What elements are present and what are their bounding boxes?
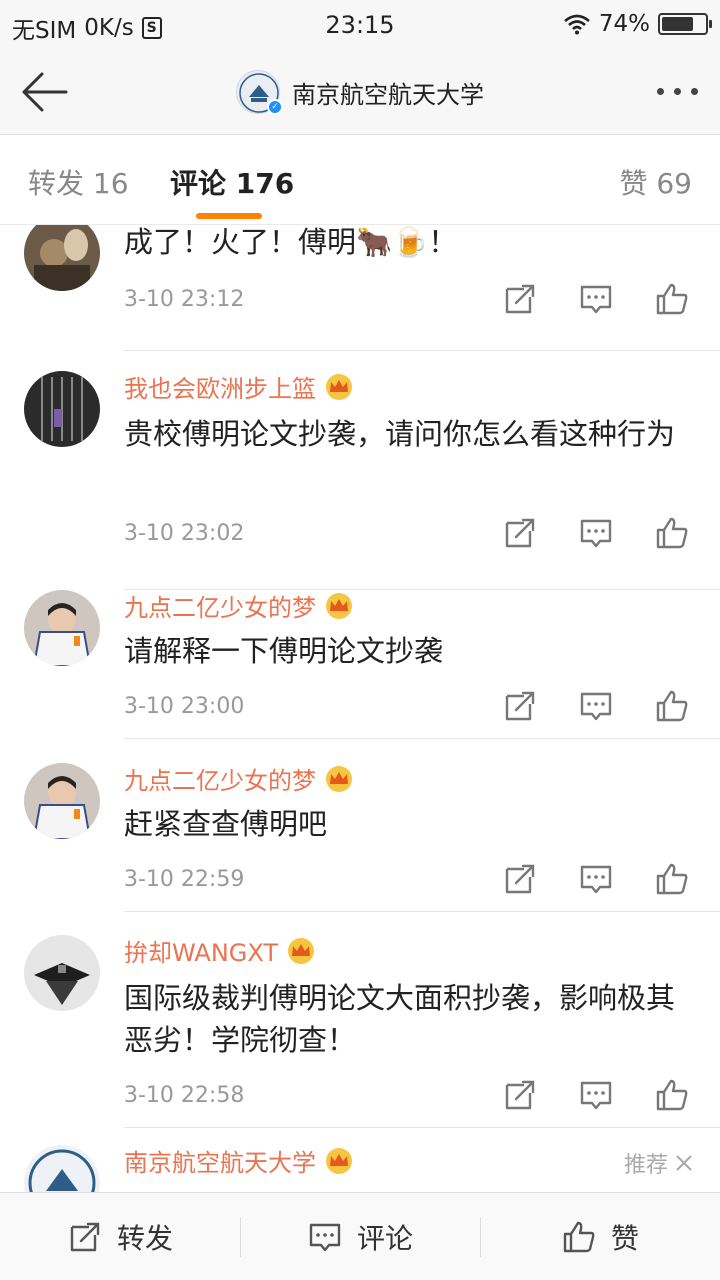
repost-label: 转发 <box>116 1221 173 1255</box>
repost-icon[interactable] <box>502 861 538 897</box>
battery-level <box>662 17 693 31</box>
comment-text: 请解释一下傅明论文抄袭 <box>124 634 444 668</box>
comment-icon <box>309 1223 341 1251</box>
crown-badge-icon <box>326 373 352 400</box>
tab-bar: 转发 16 评论 176 赞 69 <box>0 135 720 225</box>
like-icon <box>563 1221 595 1252</box>
repost-button[interactable]: 转发 <box>0 1193 240 1280</box>
battery-percent: 74% <box>598 11 650 37</box>
comment-time: 3-10 23:12 <box>124 287 245 312</box>
like-icon[interactable] <box>654 861 690 897</box>
wifi-icon <box>564 14 590 35</box>
comment-text: 国际级裁判傅明论文大面积抄袭，影响极其恶劣！学院彻查！ <box>124 981 676 1057</box>
comment-text: 成了！火了！傅明🐂🍺！ <box>124 225 458 259</box>
like-icon[interactable] <box>654 1077 690 1113</box>
reply-icon[interactable] <box>578 515 614 551</box>
comment-author[interactable]: 拚却WANGXT <box>124 933 278 968</box>
comment-list: 成了！火了！傅明🐂🍺！ 3-10 23:12 我也会欧洲步上篮 贵校傅明论文抄袭… <box>0 225 720 1192</box>
comment-text: 赶紧查查傅明吧 <box>124 807 328 841</box>
comment-time: 3-10 23:00 <box>124 694 245 719</box>
crown-badge-icon <box>288 937 315 964</box>
repost-icon[interactable] <box>502 281 538 317</box>
tab-comments[interactable]: 评论 176 <box>170 162 294 202</box>
crown-badge-icon <box>326 1147 352 1174</box>
reply-icon[interactable] <box>578 861 614 897</box>
comment-author[interactable]: 我也会欧洲步上篮 <box>124 369 316 404</box>
avatar[interactable] <box>24 371 100 447</box>
avatar[interactable] <box>24 935 100 1011</box>
comment-author[interactable]: 九点二亿少女的梦 <box>124 588 316 623</box>
comment-time: 3-10 22:58 <box>124 1083 245 1108</box>
nav-bar: ✓ 南京航空航天大学 <box>0 50 720 135</box>
reply-icon[interactable] <box>578 1077 614 1113</box>
comment-author[interactable]: 南京航空航天大学 <box>124 1143 316 1178</box>
like-icon[interactable] <box>654 515 690 551</box>
comment-label: 评论 <box>356 1221 413 1255</box>
recommend-label: 推荐 <box>623 1153 668 1178</box>
tab-reposts[interactable]: 转发 16 <box>28 162 129 202</box>
avatar[interactable] <box>24 225 100 291</box>
comment-time: 3-10 22:59 <box>124 867 245 892</box>
like-label: 赞 <box>610 1221 639 1255</box>
comment-text: 贵校傅明论文抄袭，请问你怎么看这种行为 <box>124 417 676 451</box>
like-icon[interactable] <box>654 688 690 724</box>
repost-icon[interactable] <box>502 1077 538 1113</box>
tab-likes[interactable]: 赞 69 <box>619 162 692 202</box>
repost-icon <box>70 1222 100 1251</box>
avatar[interactable] <box>24 1145 100 1192</box>
close-icon[interactable] <box>674 1153 694 1173</box>
avatar[interactable] <box>24 590 100 666</box>
comment-button[interactable]: 评论 <box>240 1193 480 1280</box>
comment-time: 3-10 23:02 <box>124 521 245 546</box>
account-avatar[interactable]: ✓ <box>236 70 283 115</box>
page-title: 南京航空航天大学 <box>292 80 484 109</box>
reply-icon[interactable] <box>578 281 614 317</box>
active-tab-indicator <box>196 213 262 219</box>
reply-icon[interactable] <box>578 688 614 724</box>
verified-badge-icon: ✓ <box>267 99 283 115</box>
more-options-icon[interactable] <box>657 88 698 95</box>
battery-icon <box>658 13 712 35</box>
status-bar: 无SIM 0K/s S 23:15 74% <box>0 0 720 50</box>
weibo-comments-screen: 无SIM 0K/s S 23:15 74% ✓ 南京航空航天大学 转发 16 评… <box>0 0 720 1280</box>
crown-badge-icon <box>326 592 352 619</box>
repost-icon[interactable] <box>502 688 538 724</box>
comment-author[interactable]: 九点二亿少女的梦 <box>124 761 316 796</box>
avatar[interactable] <box>24 763 100 839</box>
top-bar: 无SIM 0K/s S 23:15 74% ✓ 南京航空航天大学 <box>0 0 720 135</box>
repost-icon[interactable] <box>502 515 538 551</box>
crown-badge-icon <box>326 765 352 792</box>
like-button[interactable]: 赞 <box>480 1193 720 1280</box>
bottom-action-bar: 转发 评论 赞 <box>0 1192 720 1280</box>
like-icon[interactable] <box>654 281 690 317</box>
